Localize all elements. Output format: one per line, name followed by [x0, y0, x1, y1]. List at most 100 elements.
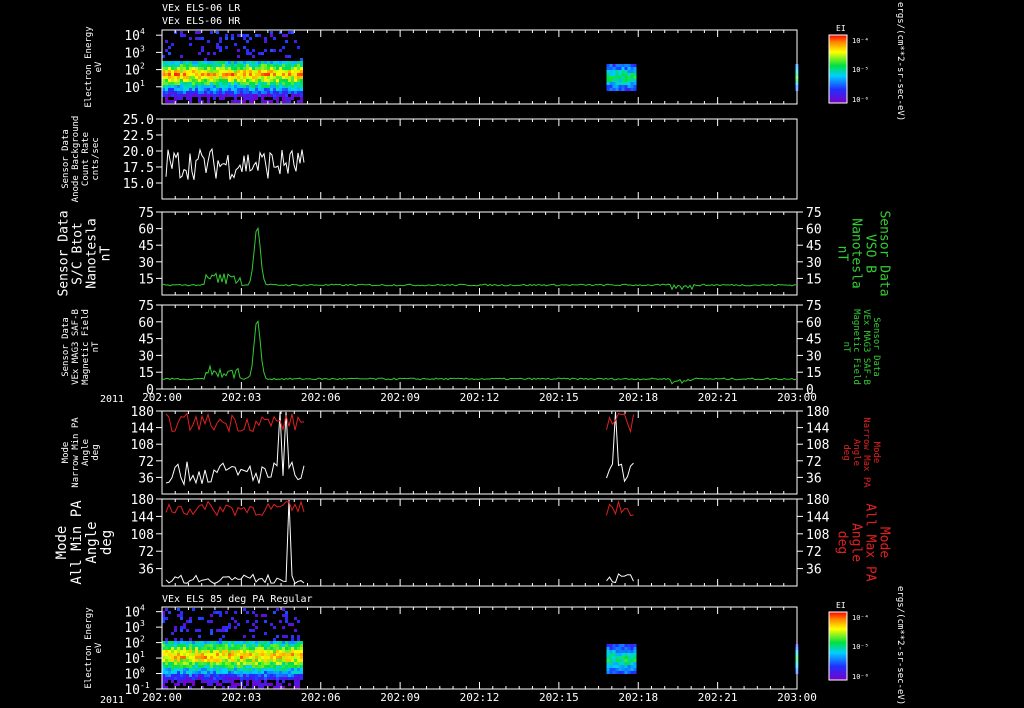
panel-spec_bottom-cell — [606, 668, 610, 671]
panel-spec_bottom-cell — [189, 659, 192, 662]
panel-spec_bottom-cell — [207, 683, 210, 686]
panel-spec_top-cell — [300, 97, 303, 100]
panel-spec_bottom-cell — [276, 671, 279, 674]
panel-spec_top-cell — [282, 64, 285, 67]
panel-spec_bottom-cell — [231, 674, 234, 677]
panel-spec_top-cell — [174, 82, 177, 85]
panel-spec_top-cell — [243, 64, 246, 67]
panel-spec_bottom-cell — [234, 650, 237, 653]
panel-spec_top-cell — [300, 70, 303, 73]
panel-spec_bottom-cell — [216, 656, 219, 659]
panel-spec_bottom-cell — [204, 668, 207, 671]
panel-spec_top-cell — [198, 31, 201, 34]
panel-spec_top-cell — [240, 61, 243, 64]
panel-spec_bottom-cell — [192, 662, 195, 665]
panel-spec_top-cell — [261, 82, 264, 85]
panel-spec_bottom-cell — [210, 629, 213, 632]
panel-spec_top-cell — [615, 79, 619, 82]
panel-spec_top-cell — [618, 85, 622, 88]
panel-spec_top-cell — [231, 73, 234, 76]
panel-spec_top-cell — [624, 85, 628, 88]
panel-spec_top-cell — [276, 85, 279, 88]
panel-spec_top-cell — [297, 46, 300, 49]
panel-spec_top-cell — [192, 67, 195, 70]
panel-spec_bottom-time-label-1: 202:03 — [222, 691, 262, 704]
panel-spec_top-cell — [243, 88, 246, 91]
panel-spec_top-cell — [294, 85, 297, 88]
panel-spec_bottom-cell — [180, 650, 183, 653]
panel-spec_top-cell — [213, 70, 216, 73]
panel-spec_bottom-cell — [198, 677, 201, 680]
panel-spec_bottom-cell — [168, 665, 171, 668]
panel-bg-ylabel-line-0: Sensor Data — [61, 129, 71, 189]
panel-spec_bottom-cell — [618, 665, 622, 668]
panel-spec_top-cell — [216, 70, 219, 73]
panel-spec_top-cell — [234, 88, 237, 91]
panel-spec_top-cell — [291, 91, 294, 94]
panel-spec_top-cell — [279, 70, 282, 73]
panel-spec_top-cell — [252, 94, 255, 97]
panel-spec_top-cell — [189, 100, 192, 103]
panel-spec_top-cell — [291, 85, 294, 88]
panel-pa_narrow-ylabel-line-2: Angle — [81, 439, 91, 466]
panel-spec_top-cell — [183, 85, 186, 88]
panel-spec_bottom-cell — [225, 668, 228, 671]
panel-spec_bottom-cell — [222, 650, 225, 653]
panel-spec_top-cell — [183, 94, 186, 97]
panel-spec_bottom-cell — [627, 659, 631, 662]
panel-spec_bottom-cell — [183, 665, 186, 668]
panel-spec_top-cell — [201, 49, 204, 52]
panel-spec_bottom-cell — [207, 680, 210, 683]
panel-spec_bottom-cell — [201, 677, 204, 680]
panel-spec_top-cell — [189, 97, 192, 100]
panel-spec_bottom-cell — [258, 680, 261, 683]
panel-spec_bottom-cell — [270, 665, 273, 668]
panel-spec_top-cell — [222, 79, 225, 82]
panel-spec_top-cell — [216, 73, 219, 76]
panel-spec_bottom-cell — [198, 674, 201, 677]
panel-spec_top-cell — [165, 97, 168, 100]
panel-spec_top-cell — [627, 67, 631, 70]
panel-bg-ytick-label-0: 15.0 — [123, 177, 154, 192]
panel-spec_top-cell — [192, 88, 195, 91]
panel-spec_bottom-cell — [168, 653, 171, 656]
panel-spec_top-cell — [207, 67, 210, 70]
panel-spec_bottom-cell — [234, 653, 237, 656]
panel-spec_bottom-cell — [219, 665, 222, 668]
panel-spec_bottom-cell — [612, 665, 616, 668]
panel-spec_bottom-cell — [267, 656, 270, 659]
panel-spec_top-cell — [618, 76, 622, 79]
panel-spec_top-cell — [291, 94, 294, 97]
panel-spec_top-cell — [186, 67, 189, 70]
panel-spec_bottom-cell — [240, 662, 243, 665]
panel-spec_top-cell — [285, 91, 288, 94]
panel-spec_top-cell — [609, 67, 613, 70]
panel-spec_top-cell — [231, 85, 234, 88]
panel-spec_top-cell — [282, 97, 285, 100]
panel-spec_top-cell — [273, 37, 276, 40]
panel-spec_top-cell — [294, 70, 297, 73]
panel-spec_top-cell — [171, 94, 174, 97]
panel-spec_bottom-cell — [633, 671, 637, 674]
panel-spec_bottom-cell — [195, 641, 198, 644]
panel-spec_bottom-cell — [264, 656, 267, 659]
panel-spec_top-cell — [237, 91, 240, 94]
panel-spec_top-cell — [225, 88, 228, 91]
panel-spec_bottom-cell — [195, 650, 198, 653]
panel-spec_bottom-cell — [234, 656, 237, 659]
panel-spec_bottom-cell — [627, 644, 631, 647]
panel-spec_top-cell — [615, 70, 619, 73]
panel-spec_top-cell — [177, 76, 180, 79]
panel-spec_top-cell — [267, 67, 270, 70]
panel-spec_top-cell — [630, 73, 634, 76]
panel-spec_bottom-cell — [168, 674, 171, 677]
panel-spec_top-cell — [243, 94, 246, 97]
panel-pa_narrow-ytick-label-2: 108 — [131, 438, 154, 453]
panel-spec_bottom-cell — [213, 653, 216, 656]
panel-spec_bottom-cell — [300, 656, 303, 659]
panel-spec_top-cell — [222, 67, 225, 70]
panel-spec_top-cell — [243, 70, 246, 73]
panel-spec_top-cell — [627, 88, 631, 91]
panel-spec_top-cell — [267, 70, 270, 73]
panel-mag3-ylabel-right-line-1: VEx MAG3 SAF-B — [861, 309, 871, 385]
